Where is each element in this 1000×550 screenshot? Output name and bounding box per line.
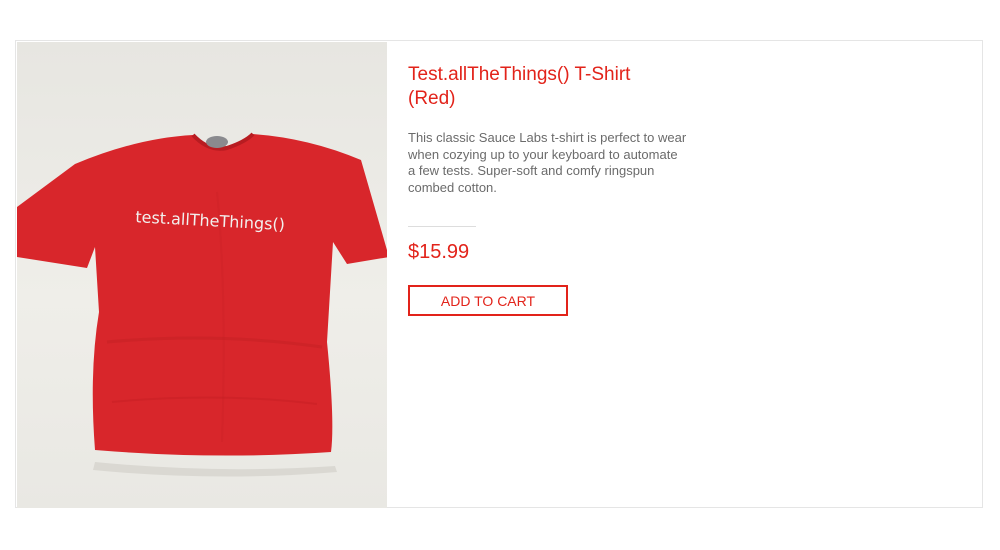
price-divider bbox=[408, 226, 476, 227]
product-card: test.allTheThings() Test.allTheThings() … bbox=[15, 40, 983, 508]
product-details: Test.allTheThings() T-Shirt (Red) This c… bbox=[408, 41, 698, 316]
product-title[interactable]: Test.allTheThings() T-Shirt (Red) bbox=[408, 63, 678, 111]
product-price: $15.99 bbox=[408, 241, 470, 263]
tshirt-shape bbox=[17, 134, 387, 456]
shirt-tag-icon bbox=[206, 136, 228, 148]
product-image[interactable]: test.allTheThings() bbox=[17, 42, 387, 508]
product-description: This classic Sauce Labs t-shirt is perfe… bbox=[408, 130, 687, 195]
add-to-cart-button[interactable]: ADD TO CART bbox=[408, 285, 568, 316]
tshirt-image: test.allTheThings() bbox=[17, 132, 387, 477]
